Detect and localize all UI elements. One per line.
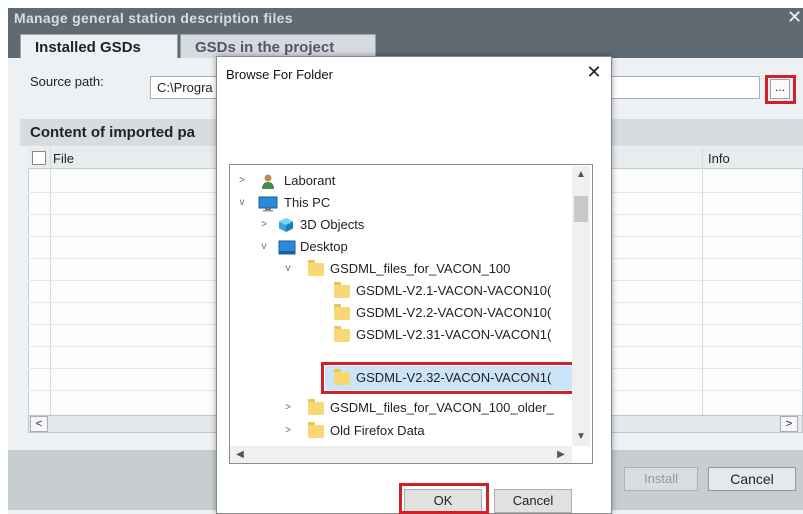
- select-all-checkbox[interactable]: [32, 151, 46, 165]
- chevron-right-icon[interactable]: >: [282, 420, 294, 442]
- chevron-down-icon[interactable]: v: [236, 192, 248, 214]
- folder-icon: [334, 326, 350, 342]
- tree-item-label: Laborant: [284, 173, 336, 188]
- tree-item-label: GSDML-V2.31-VACON-VACON1(: [356, 327, 552, 342]
- tree-item-label: GSDML_files_for_VACON_100: [330, 261, 511, 276]
- computer-icon: [258, 196, 278, 212]
- table-divider: [702, 147, 703, 415]
- tree-item-label: 3D Objects: [300, 217, 365, 232]
- chevron-right-icon[interactable]: >: [282, 397, 294, 419]
- scroll-right-button[interactable]: >: [780, 416, 798, 432]
- main-dialog-title: Manage general station description files: [8, 8, 803, 30]
- folder-icon: [308, 260, 324, 276]
- main-close-icon[interactable]: ✕: [786, 6, 803, 28]
- tree-item-label: GSDML-V2.1-VACON-VACON10(: [356, 283, 552, 298]
- chevron-down-icon[interactable]: ▼: [572, 428, 590, 446]
- browse-dialog-title: Browse For Folder: [226, 67, 333, 82]
- tree-item-label: GSDML_files_for_VACON_100_older_: [330, 400, 554, 415]
- ok-highlight-box: [399, 483, 489, 514]
- selection-highlight-box: [321, 362, 585, 394]
- column-header-file[interactable]: File: [53, 151, 74, 166]
- folder-icon: [308, 399, 324, 415]
- chevron-down-icon[interactable]: v: [282, 258, 294, 280]
- tab-installed-gsds[interactable]: Installed GSDs: [20, 34, 178, 60]
- folder-icon: [308, 422, 324, 438]
- browse-highlight-box: [765, 75, 796, 104]
- browse-cancel-button[interactable]: Cancel: [494, 489, 572, 513]
- chevron-right-icon[interactable]: >: [236, 170, 248, 192]
- table-divider: [50, 147, 51, 415]
- tree-horizontal-scrollbar[interactable]: [230, 446, 572, 463]
- tree-scroll-thumb[interactable]: [574, 196, 588, 222]
- chevron-down-icon[interactable]: v: [258, 236, 270, 258]
- desktop-icon: [278, 240, 296, 255]
- install-button[interactable]: Install: [624, 467, 698, 491]
- tree-item-label: Old Firefox Data: [330, 423, 425, 438]
- main-cancel-button[interactable]: Cancel: [708, 467, 796, 491]
- tree-item-label: GSDML-V2.2-VACON-VACON10(: [356, 305, 552, 320]
- scroll-left-button[interactable]: <: [30, 416, 48, 432]
- folder-icon: [334, 304, 350, 320]
- source-path-label: Source path:: [30, 74, 104, 89]
- chevron-right-icon[interactable]: >: [258, 214, 270, 236]
- user-icon: [260, 173, 276, 189]
- 3d-objects-icon: [278, 217, 294, 233]
- column-header-info[interactable]: Info: [708, 151, 730, 166]
- chevron-right-icon[interactable]: ▶: [553, 446, 569, 463]
- browse-close-icon[interactable]: ✕: [584, 62, 604, 82]
- tree-item-label: Desktop: [300, 239, 348, 254]
- tree-item-label: This PC: [284, 195, 331, 210]
- chevron-left-icon[interactable]: ◀: [232, 446, 248, 463]
- chevron-up-icon[interactable]: ▲: [572, 166, 590, 184]
- folder-icon: [334, 282, 350, 298]
